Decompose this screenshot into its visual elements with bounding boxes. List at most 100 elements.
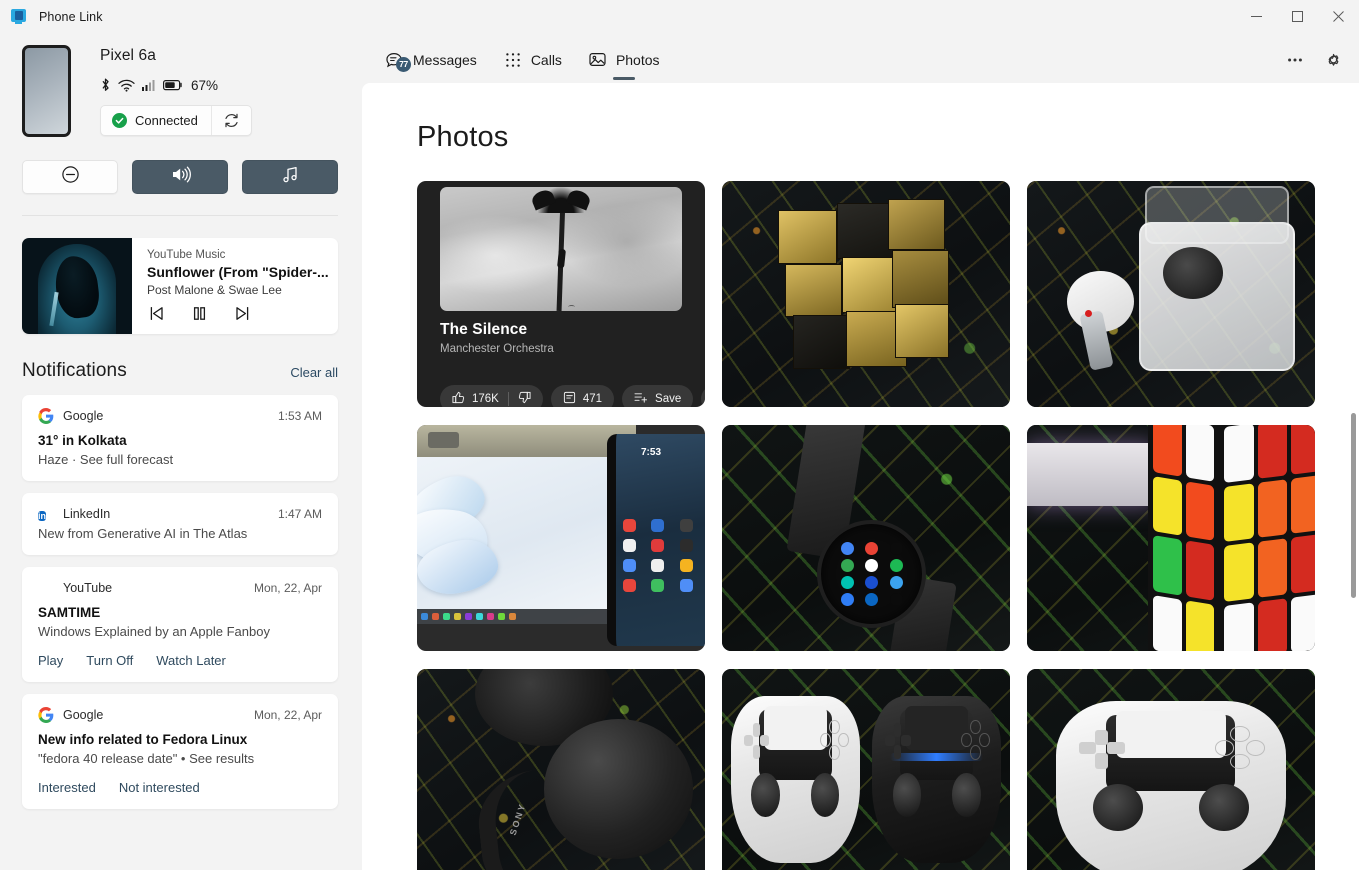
notification-action-play[interactable]: Play [38,653,63,668]
ringer-volume-button[interactable] [132,160,228,194]
list-item[interactable]: YouTube Mon, 22, Apr SAMTIME Windows Exp… [22,567,338,682]
video-info: The Silence Manchester Orchestra [440,321,689,355]
maximize-button[interactable] [1277,0,1318,33]
tab-messages[interactable]: 77 Messages [372,33,490,86]
tab-messages-label: Messages [413,51,477,68]
notification-time: Mon, 22, Apr [253,708,322,722]
phone-thumbnail [22,45,71,137]
main-pane: 77 Messages Calls Photos Photos The Sile… [360,33,1359,870]
video-channel: Manchester Orchestra [440,343,554,355]
window-title: Phone Link [39,9,103,24]
youtube-icon [38,580,54,596]
next-track-button[interactable] [233,304,252,323]
google-icon [38,408,54,424]
notifications-list: Google 1:53 AM 31° in Kolkata Haze · See… [0,382,360,809]
notification-headline: SAMTIME [38,605,101,620]
photo-smartwatch-app-grid[interactable] [722,425,1010,651]
notification-body: Windows Explained by an Apple Fanboy [38,624,270,639]
list-item[interactable]: Google Mon, 22, Apr New info related to … [22,694,338,809]
photo-gold-mirror-cube[interactable] [722,181,1010,407]
media-player-card[interactable]: YouTube Music Sunflower (From "Spider-..… [22,238,338,334]
phone-link-icon [11,8,28,25]
bluetooth-icon [100,77,111,93]
notification-body: Haze · See full forecast [38,452,174,467]
pane-toolbar [1278,33,1350,86]
message-icon: 77 [385,50,411,72]
video-title: The Silence [440,321,528,338]
media-track-title: Sunflower (From "Spider-... [147,264,329,280]
photo-wireless-earbuds-case[interactable] [1027,181,1315,407]
list-item[interactable]: in LinkedIn 1:47 AM New from Generative … [22,493,338,555]
connected-indicator: Connected [101,106,211,135]
notifications-header: Notifications Clear all [0,334,360,382]
tab-bar: 77 Messages Calls Photos [360,33,1359,86]
previous-track-button[interactable] [147,304,166,323]
notification-action-interested[interactable]: Interested [38,780,96,795]
notification-action-not-interested[interactable]: Not interested [119,780,200,795]
video-actions: 176K 471 Save [440,385,705,407]
photo-thumbnail [1027,669,1315,870]
notification-app-name: YouTube [63,581,113,595]
notification-time: 1:47 AM [277,507,322,521]
photo-sony-headphones[interactable]: SONY [417,669,705,870]
notification-app-name: LinkedIn [63,507,111,521]
messages-unread-badge: 77 [396,56,411,72]
tab-calls-label: Calls [530,51,562,68]
pause-button[interactable] [190,304,209,323]
more-options-icon[interactable] [1278,44,1312,76]
device-sidebar: Pixel 6a 67% Connected YouTube Music Sun… [0,33,360,870]
tab-photos-label: Photos [615,51,660,68]
photos-content: Photos The Silence Manchester Orchestra [362,83,1359,870]
comment-chip[interactable]: 471 [550,385,615,407]
comment-icon [563,391,576,407]
photo-icon [588,50,608,70]
notification-app-name: Google [63,708,104,722]
thumbs-down-icon [518,391,531,407]
comment-count: 471 [582,393,603,405]
notification-time: 1:53 AM [277,409,322,423]
clear-all-button[interactable]: Clear all [290,365,338,382]
notification-body: "fedora 40 release date" • See results [38,751,255,766]
save-chip[interactable]: Save [622,385,694,407]
battery-icon [163,79,183,91]
media-artist: Post Malone & Swae Lee [147,283,282,297]
notification-action-watch-later[interactable]: Watch Later [156,653,226,668]
device-status-icons: 67% [100,77,252,93]
save-label: Save [655,393,682,405]
phone-clock-time: 7:53 [640,446,661,458]
notification-app-name: Google [63,409,104,423]
notification-actions: Interested Not interested [38,780,322,795]
do-not-disturb-button[interactable] [22,160,118,194]
music-note-icon [281,165,300,189]
settings-gear-icon[interactable] [1316,44,1350,76]
share-chip[interactable] [701,385,705,407]
photo-two-ps5-controllers[interactable] [722,669,1010,870]
tab-calls[interactable]: Calls [490,33,575,86]
like-dislike-chip[interactable]: 176K [440,385,543,407]
scrollbar-thumb[interactable] [1351,413,1356,598]
photo-white-ps5-controller[interactable] [1027,669,1315,870]
minimize-button[interactable] [1236,0,1277,33]
photo-rubiks-cube[interactable] [1027,425,1315,651]
notifications-title: Notifications [22,360,127,381]
linkedin-icon: in [38,511,46,521]
quick-actions [0,137,360,194]
dialpad-icon [503,50,523,70]
tab-photos[interactable]: Photos [575,33,673,86]
thumbs-up-icon [452,391,465,407]
photo-thumbnail [1027,425,1315,651]
media-volume-button[interactable] [242,160,338,194]
connection-status: Connected [100,105,252,136]
photo-laptop-windows-wallpaper-phone[interactable]: 7:53 [417,425,705,651]
dnd-icon [61,165,80,189]
window-controls [1236,0,1359,33]
video-card-tile[interactable]: The Silence Manchester Orchestra 176K 47… [417,181,705,407]
photo-thumbnail [722,425,1010,651]
list-item[interactable]: Google 1:53 AM 31° in Kolkata Haze · See… [22,395,338,481]
like-count: 176K [472,393,499,405]
photos-scrollbar[interactable] [1349,158,1356,862]
notification-action-turn-off[interactable]: Turn Off [86,653,133,668]
photo-thumbnail [1027,181,1315,407]
refresh-icon[interactable] [210,106,251,135]
close-button[interactable] [1318,0,1359,33]
